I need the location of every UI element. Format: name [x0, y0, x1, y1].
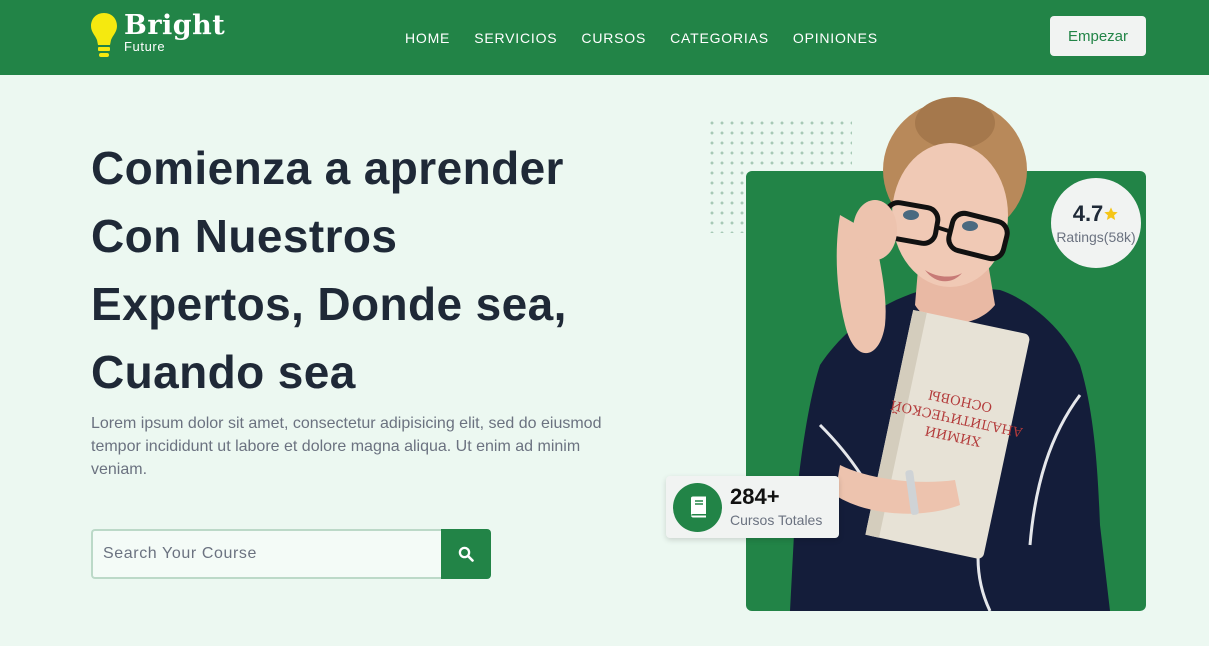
- hero-title-line: Expertos, Donde sea,: [91, 278, 567, 330]
- courses-label: Cursos Totales: [730, 512, 823, 528]
- hero-title-line: Cuando sea: [91, 346, 356, 398]
- hero-title-line: Comienza a aprender: [91, 142, 564, 194]
- rating-value: 4.7: [1072, 201, 1104, 226]
- search-input[interactable]: [91, 529, 441, 579]
- brand-name: Bright: [124, 10, 226, 41]
- nav-item-servicios[interactable]: SERVICIOS: [474, 30, 557, 46]
- nav-item-opiniones[interactable]: OPINIONES: [793, 30, 878, 46]
- courses-count: 284+: [730, 484, 780, 509]
- hero-description: Lorem ipsum dolor sit amet, consectetur …: [91, 415, 602, 478]
- rating-label: Ratings(58k): [1056, 229, 1136, 245]
- brand-tagline: Future: [124, 39, 166, 54]
- nav-item-cursos[interactable]: CURSOS: [581, 30, 646, 46]
- top-navbar: Bright Future HOME SERVICIOS CURSOS CATE…: [0, 0, 1209, 75]
- nav-item-categorias[interactable]: CATEGORIAS: [670, 30, 769, 46]
- lightbulb-icon: [90, 12, 118, 60]
- book-icon: [673, 482, 722, 532]
- start-button[interactable]: Empezar: [1050, 16, 1146, 56]
- nav-item-home[interactable]: HOME: [405, 30, 450, 46]
- rating-badge: 4.7 Ratings(58k): [1051, 178, 1141, 268]
- hero-title-line: Con Nuestros: [91, 210, 398, 262]
- course-search: [91, 529, 491, 579]
- hero-title: Comienza a aprender Con Nuestros Experto…: [91, 134, 651, 406]
- search-icon: [458, 546, 474, 562]
- search-button[interactable]: [441, 529, 491, 579]
- main-nav: HOME SERVICIOS CURSOS CATEGORIAS OPINION…: [405, 30, 902, 46]
- star-icon: [1104, 207, 1118, 220]
- brand-logo[interactable]: Bright Future: [90, 12, 225, 60]
- total-courses-badge: 284+ Cursos Totales: [666, 476, 839, 538]
